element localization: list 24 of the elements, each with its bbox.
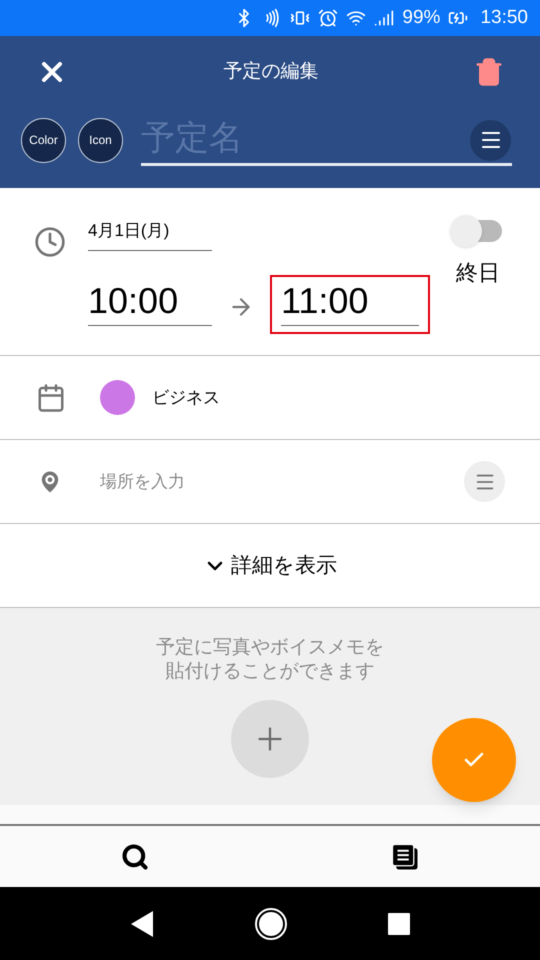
menu-button[interactable] <box>470 120 511 160</box>
attachment-hint: 貼付けることができます <box>166 660 374 684</box>
delete-button[interactable] <box>474 57 504 87</box>
location-menu-button[interactable] <box>464 461 505 502</box>
clock-icon <box>34 226 66 258</box>
clock-time: 13:50 <box>480 6 528 30</box>
location-field[interactable]: 場所を入力 <box>100 468 464 494</box>
recents-icon[interactable] <box>386 912 411 936</box>
home-icon[interactable] <box>254 906 288 940</box>
search-icon <box>121 842 149 870</box>
calendar-name[interactable]: ビジネス <box>152 384 220 410</box>
date-field[interactable]: 4月1日(月) <box>88 218 212 250</box>
screen-title: 予定の編集 <box>224 60 318 84</box>
attachment-hint: 予定に写真やボイスメモを <box>156 636 384 660</box>
calendar-icon <box>36 382 66 412</box>
start-time-field[interactable]: 10:00 <box>88 276 212 326</box>
alarm-icon <box>318 8 338 28</box>
color-button[interactable]: Color <box>21 118 66 162</box>
icon-button[interactable]: Icon <box>78 118 123 162</box>
all-day-label: 終日 <box>456 259 500 287</box>
signal-icon <box>374 8 394 28</box>
back-icon[interactable] <box>129 908 156 938</box>
end-time-field[interactable]: 11:00 <box>281 276 419 326</box>
battery-percent: 99% <box>402 6 440 30</box>
